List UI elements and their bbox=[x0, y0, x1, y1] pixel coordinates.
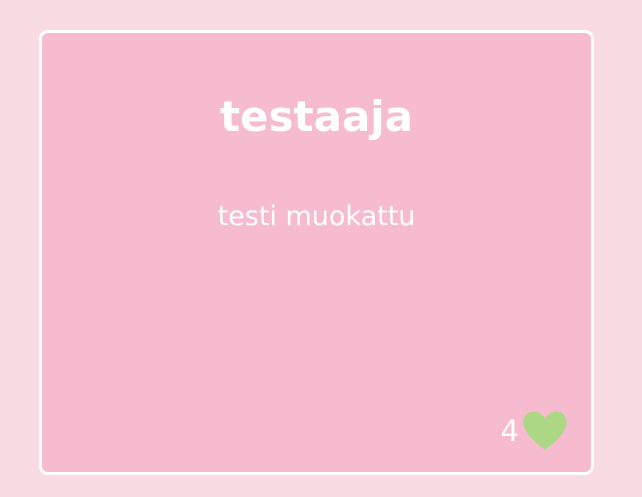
like-count: 4 bbox=[500, 414, 519, 448]
like-area: 4 bbox=[501, 410, 569, 452]
heart-shape bbox=[523, 411, 567, 450]
post-text: testi muokattu bbox=[217, 201, 416, 232]
post-author-title: testaaja bbox=[219, 92, 414, 141]
post-card: testaaja testi muokattu 4 bbox=[39, 30, 594, 475]
heart-icon[interactable] bbox=[521, 410, 569, 452]
